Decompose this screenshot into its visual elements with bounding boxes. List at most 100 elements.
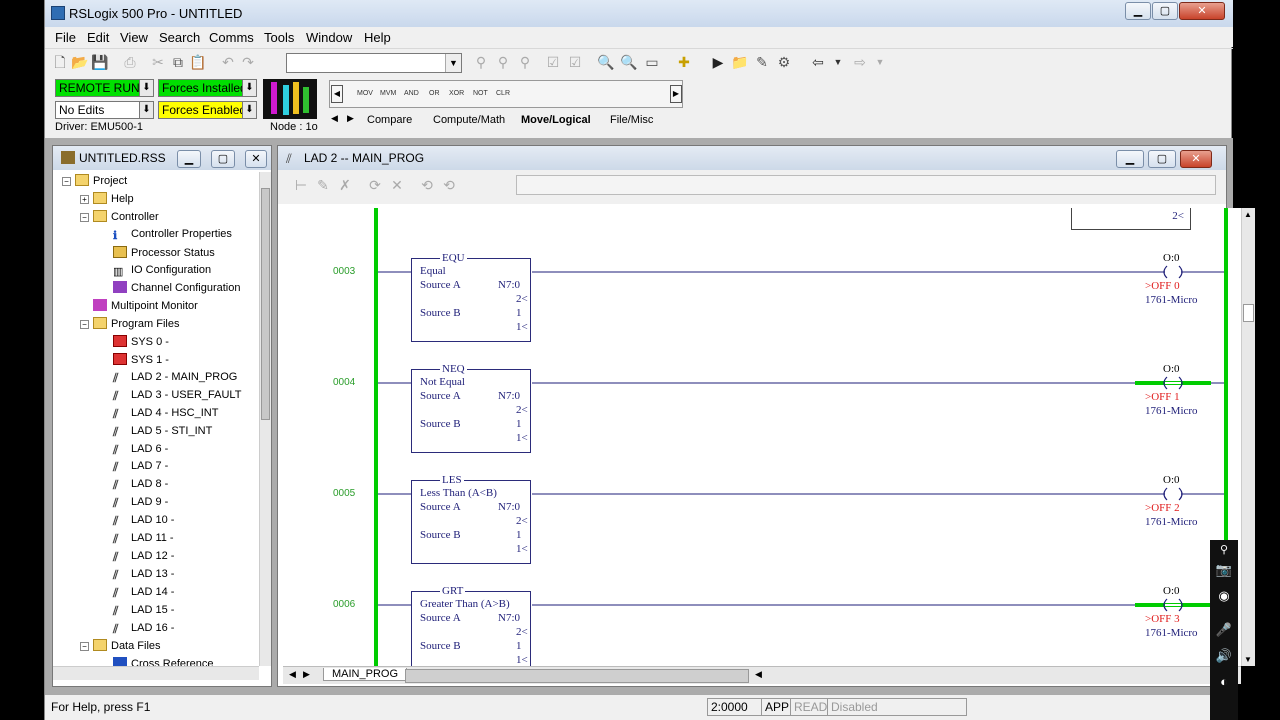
tree-expander-icon[interactable]: −	[80, 320, 89, 330]
tree-item[interactable]: ⫽ LAD 16 -	[113, 622, 174, 636]
chevron-down-icon[interactable]: ▼	[445, 54, 461, 72]
ladder-vertical-scrollbar[interactable]: ▲ ▼	[1241, 208, 1255, 666]
tree-item[interactable]: ℹ Controller Properties	[113, 228, 232, 242]
camera-icon[interactable]: 📷	[1213, 560, 1235, 580]
maximize-button[interactable]: ▢	[1152, 2, 1178, 20]
tree-item[interactable]: ▥ IO Configuration	[113, 264, 211, 278]
cancel-edits-icon[interactable]: ✕	[388, 176, 406, 194]
hscroll-left-icon[interactable]: ◀	[755, 669, 762, 680]
tree-expander-icon[interactable]: −	[80, 642, 89, 652]
save-icon[interactable]: 💾	[91, 53, 109, 71]
minimize-button[interactable]: ▁	[1125, 2, 1151, 20]
tree-horizontal-scrollbar[interactable]	[53, 666, 259, 680]
replace-icon[interactable]: ⚲	[516, 53, 534, 71]
menu-view[interactable]: View	[120, 30, 148, 45]
fit-window-icon[interactable]: ▭	[643, 53, 661, 71]
tab-file-misc[interactable]: File/Misc	[610, 114, 653, 126]
chevron-down-icon[interactable]: ⬇	[139, 80, 153, 96]
paste-icon[interactable]: 📋	[189, 53, 207, 71]
tree-item[interactable]: ⫽ LAD 7 -	[113, 460, 168, 474]
chevron-down-icon[interactable]: ⬇	[242, 80, 256, 96]
back-arrow-icon[interactable]: ⇦	[809, 53, 827, 71]
camera-toggle-icon[interactable]: ◐	[1213, 672, 1235, 692]
instr-mov[interactable]: MOV	[357, 90, 373, 97]
tree-item[interactable]: ⫽ LAD 9 -	[113, 496, 168, 510]
accept-edits-icon[interactable]: ⟳	[366, 176, 384, 194]
forward-dropdown-icon[interactable]: ▼	[871, 53, 889, 71]
tab-compare[interactable]: Compare	[367, 114, 412, 126]
edit-data-icon[interactable]: ✎	[753, 53, 771, 71]
ladder-horizontal-scrollbar[interactable]	[405, 669, 749, 683]
instr-mvm[interactable]: MVM	[380, 90, 396, 97]
scroll-left-icon[interactable]: ◀	[331, 85, 343, 103]
tree-expander-icon[interactable]: +	[80, 194, 89, 204]
tree-item[interactable]: Help	[93, 191, 134, 205]
tree-item[interactable]: ⫽ LAD 10 -	[113, 514, 174, 528]
forces-installed[interactable]: Forces Installed ⬇	[158, 79, 257, 97]
tab-scroll-left-icon[interactable]: ◀	[331, 113, 338, 124]
ladder-close-button[interactable]: ✕	[1180, 150, 1212, 168]
add-rung-icon[interactable]: ✚	[675, 53, 693, 71]
tree-item[interactable]: ⫽ LAD 8 -	[113, 478, 168, 492]
verify-project-icon[interactable]: ☑	[566, 53, 584, 71]
tree-item[interactable]: ⫽ LAD 11 -	[113, 532, 174, 546]
instr-clr[interactable]: CLR	[496, 90, 510, 97]
search-combo[interactable]: ▼	[286, 53, 462, 73]
test-edits-icon[interactable]: ⟲	[418, 176, 436, 194]
chevron-down-icon[interactable]: ⬇	[139, 102, 153, 118]
forward-arrow-icon[interactable]: ⇨	[851, 53, 869, 71]
scroll-right-icon[interactable]: ▶	[670, 85, 682, 103]
instr-and[interactable]: AND	[404, 90, 419, 97]
untest-edits-icon[interactable]: ⟲	[440, 176, 458, 194]
tree-item[interactable]: ⫽ LAD 3 - USER_FAULT	[113, 389, 241, 403]
new-file-icon[interactable]: 🗋	[51, 53, 69, 71]
settings-icon[interactable]: ⚙	[775, 53, 793, 71]
tree-item[interactable]: Project	[75, 174, 127, 187]
instr-xor[interactable]: XOR	[449, 90, 464, 97]
panel-maximize-button[interactable]: ▢	[211, 150, 235, 168]
tree-item[interactable]: ⫽ LAD 6 -	[113, 443, 168, 457]
compare-instruction[interactable]: GRT Greater Than (A>B) Source A N7:0 2< Sourc…	[411, 585, 531, 666]
find-next-icon[interactable]: ⚲	[494, 53, 512, 71]
processor-mode[interactable]: REMOTE RUN ⬇	[55, 79, 154, 97]
tree-item[interactable]: ⫽ LAD 4 - HSC_INT	[113, 407, 218, 421]
tree-item[interactable]: ⫽ LAD 13 -	[113, 568, 174, 582]
tab-move-logical[interactable]: Move/Logical	[521, 114, 591, 126]
microphone-icon[interactable]: 🎤	[1213, 620, 1235, 640]
tree-item[interactable]: SYS 1 -	[113, 353, 169, 366]
ladder-maximize-button[interactable]: ▢	[1148, 150, 1176, 168]
play-icon[interactable]: ▶	[709, 53, 727, 71]
close-button[interactable]: ✕	[1179, 2, 1225, 20]
rung-comment-field[interactable]	[516, 175, 1216, 195]
forces-enabled[interactable]: Forces Enabled ⬇	[158, 101, 257, 119]
scroll-up-icon[interactable]: ▲	[1244, 210, 1252, 219]
ladder-scroll-thumb[interactable]	[1243, 304, 1254, 322]
edits-status[interactable]: No Edits ⬇	[55, 101, 154, 119]
tree-item[interactable]: Cross Reference	[113, 657, 214, 666]
print-icon[interactable]: ⎙	[121, 53, 139, 71]
panel-close-button[interactable]: ✕	[245, 150, 267, 168]
edit-rung-icon[interactable]: ✎	[314, 176, 332, 194]
tree-item[interactable]: ⫽ LAD 12 -	[113, 550, 174, 564]
menu-tools[interactable]: Tools	[264, 30, 294, 45]
open-data-icon[interactable]: 📁	[731, 53, 749, 71]
open-folder-icon[interactable]: 📂	[71, 53, 89, 71]
menu-edit[interactable]: Edit	[87, 30, 109, 45]
undo-icon[interactable]: ↶	[219, 53, 237, 71]
speaker-icon[interactable]: 🔊	[1213, 646, 1235, 666]
tree-item[interactable]: ⫽ LAD 14 -	[113, 586, 174, 600]
tree-item[interactable]: Multipoint Monitor	[93, 299, 198, 312]
link-icon[interactable]: ⚲	[1213, 540, 1235, 560]
tree-item[interactable]: Controller	[93, 209, 159, 223]
insert-rung-icon[interactable]: ⊢	[292, 176, 310, 194]
tree-item[interactable]: ⫽ LAD 2 - MAIN_PROG	[113, 371, 237, 385]
menu-file[interactable]: File	[55, 30, 76, 45]
tree-item[interactable]: Data Files	[93, 639, 161, 652]
tree-vertical-scrollbar[interactable]	[259, 172, 271, 666]
tree-item[interactable]: Channel Configuration	[113, 281, 240, 294]
panel-minimize-button[interactable]: ▁	[177, 150, 201, 168]
tree-expander-icon[interactable]: −	[80, 212, 89, 222]
find-icon[interactable]: ⚲	[472, 53, 490, 71]
delete-rung-icon[interactable]: ✗	[336, 176, 354, 194]
tree-item[interactable]: Program Files	[93, 317, 179, 330]
